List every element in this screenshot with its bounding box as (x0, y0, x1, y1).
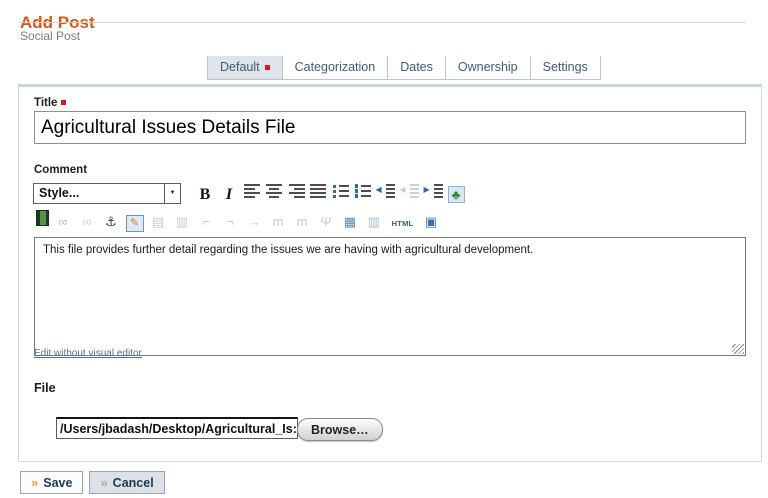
file-label-text: File (34, 381, 56, 395)
outdent-icon[interactable] (376, 182, 395, 199)
tab-label: Default (220, 60, 260, 74)
file-path-input[interactable] (56, 417, 298, 439)
header-divider (20, 22, 745, 23)
chevron-down-icon: ▼ (164, 184, 180, 203)
form-panel: Title Comment Style... ▼ BI ∞∞⚓✎▤▥⌐¬→mmΨ… (18, 84, 762, 462)
required-indicator (265, 65, 270, 70)
tab-categorization[interactable]: Categorization (282, 56, 388, 79)
bullet-list-icon[interactable] (332, 182, 349, 199)
cancel-button[interactable]: » Cancel (89, 471, 164, 494)
save-arrow-icon: » (31, 476, 38, 489)
comment-label-text: Comment (34, 164, 87, 176)
table-style-icon[interactable]: ▥ (365, 213, 384, 231)
unlink-icon: ∞ (78, 213, 97, 231)
justify-icon[interactable] (310, 182, 327, 199)
edit-without-visual-editor-link[interactable]: Edit without visual editor (34, 348, 142, 359)
indent-disabled-icon (400, 182, 419, 199)
fullscreen-icon[interactable]: ▣ (422, 213, 441, 231)
title-input[interactable] (34, 111, 746, 144)
align-right-icon[interactable] (288, 182, 305, 199)
merge-cells-icon: → (245, 213, 264, 231)
style-dropdown[interactable]: Style... ▼ (33, 183, 181, 204)
required-indicator (61, 100, 66, 105)
insert-image-icon[interactable] (448, 186, 465, 203)
toolbar-row2-icons: ∞∞⚓✎▤▥⌐¬→mmΨ▦▥HTML▣ (33, 210, 443, 233)
link-icon: ∞ (54, 213, 73, 231)
align-left-icon[interactable] (244, 182, 261, 199)
cancel-button-label: Cancel (113, 476, 154, 490)
html-source-icon[interactable]: HTML (389, 215, 417, 233)
table-column-icon: ▥ (173, 213, 192, 231)
save-button[interactable]: » Save (20, 471, 83, 494)
tab-label: Categorization (295, 60, 376, 74)
italic-button[interactable]: I (220, 186, 239, 204)
comment-field-label: Comment (34, 164, 87, 176)
numbered-list-icon[interactable] (354, 182, 371, 199)
add-post-page: Add Post Social Post DefaultCategorizati… (0, 0, 768, 498)
comment-editor-area[interactable]: This file provides further detail regard… (34, 237, 746, 344)
indent-icon[interactable] (424, 182, 443, 199)
superscript-icon: m (293, 213, 312, 231)
title-label-text: Title (34, 97, 57, 109)
align-center-icon[interactable] (266, 182, 283, 199)
file-field-label: File (34, 381, 56, 395)
remove-column-icon: ¬ (221, 213, 240, 231)
toolbar-row1-icons: BI (193, 182, 467, 204)
browse-button[interactable]: Browse… (297, 418, 383, 441)
subscript-icon: m (269, 213, 288, 231)
tab-label: Dates (400, 60, 433, 74)
anchor-icon[interactable]: ⚓ (102, 213, 121, 231)
tab-settings[interactable]: Settings (530, 56, 601, 79)
cancel-arrow-icon: » (100, 476, 107, 489)
title-field-label: Title (34, 97, 66, 109)
editor-toolbar-row2: ∞∞⚓✎▤▥⌐¬→mmΨ▦▥HTML▣ (33, 210, 443, 233)
form-actions: » Save » Cancel (20, 471, 165, 494)
bold-button[interactable]: B (196, 186, 215, 204)
tab-label: Settings (543, 60, 588, 74)
style-dropdown-value: Style... (34, 186, 164, 200)
insert-table-icon[interactable]: ▦ (341, 213, 360, 231)
resize-grip-icon[interactable] (732, 344, 744, 354)
tab-bar: Default Categorization Dates Ownership Setti… (207, 56, 601, 80)
special-char-icon: Ψ (317, 213, 336, 231)
editor-toolbar-row1: Style... ▼ BI (33, 182, 467, 204)
tab-default[interactable]: Default (207, 56, 282, 79)
browse-button-label: Browse… (311, 423, 369, 437)
add-column-icon: ⌐ (197, 213, 216, 231)
tab-dates[interactable]: Dates (387, 56, 445, 79)
save-button-label: Save (43, 476, 72, 490)
tab-ownership[interactable]: Ownership (445, 56, 530, 79)
insert-video-icon[interactable] (36, 210, 49, 226)
table-row-icon: ▤ (149, 213, 168, 231)
tab-label: Ownership (458, 60, 518, 74)
edit-note-icon[interactable]: ✎ (126, 215, 144, 232)
page-subtitle: Social Post (20, 29, 80, 43)
